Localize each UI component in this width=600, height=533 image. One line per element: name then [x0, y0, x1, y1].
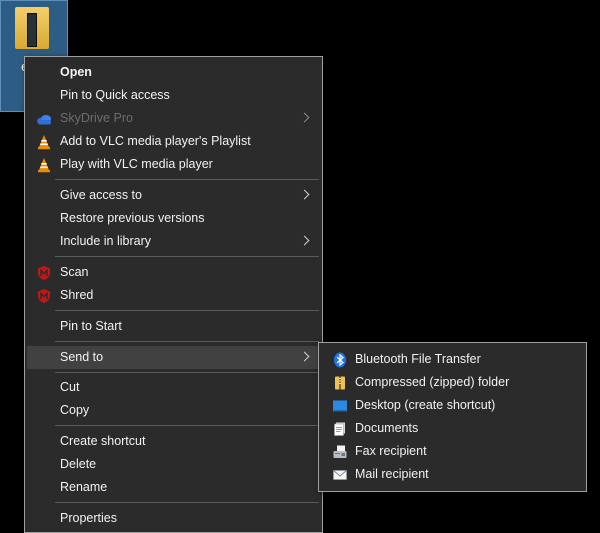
send-to-submenu: Bluetooth File Transfer Compressed (zipp… — [318, 342, 587, 492]
menu-item-label: Scan — [60, 265, 89, 279]
vlc-cone-icon — [38, 135, 50, 150]
documents-icon — [334, 422, 345, 436]
mcafee-shield-icon — [38, 289, 50, 303]
menu-item-label: Send to — [60, 350, 104, 364]
menu-item-label: Pin to Quick access — [60, 88, 170, 102]
menu-item-label: Shred — [60, 288, 94, 302]
menu-separator — [55, 425, 319, 426]
chevron-right-icon — [299, 351, 310, 362]
menu-item-delete[interactable]: Delete — [27, 453, 320, 476]
menu-separator — [55, 372, 319, 373]
menu-item-include-library[interactable]: Include in library — [27, 230, 320, 253]
submenu-item-label: Mail recipient — [355, 467, 429, 481]
menu-item-scan[interactable]: Scan — [27, 261, 320, 284]
submenu-item-label: Documents — [355, 421, 419, 435]
desktop-monitor-icon — [333, 400, 347, 412]
menu-separator — [55, 502, 319, 503]
menu-item-label: Create shortcut — [60, 434, 146, 448]
menu-item-label: Open — [60, 65, 92, 79]
chevron-right-icon — [299, 235, 310, 246]
menu-item-open[interactable]: Open — [27, 61, 320, 84]
menu-item-cut[interactable]: Cut — [27, 376, 320, 399]
menu-item-label: Properties — [60, 511, 117, 525]
menu-separator — [55, 341, 319, 342]
menu-item-label: Include in library — [60, 234, 152, 248]
send-to-documents[interactable]: Documents — [321, 417, 584, 440]
chevron-right-icon — [299, 189, 310, 200]
menu-item-create-shortcut[interactable]: Create shortcut — [27, 430, 320, 453]
submenu-item-label: Compressed (zipped) folder — [355, 375, 510, 389]
menu-item-copy[interactable]: Copy — [27, 399, 320, 422]
zip-folder-icon — [335, 376, 345, 390]
menu-separator — [55, 179, 319, 180]
menu-item-restore-previous[interactable]: Restore previous versions — [27, 207, 320, 230]
submenu-item-label: Desktop (create shortcut) — [355, 398, 496, 412]
menu-separator — [55, 256, 319, 257]
menu-item-pin-quick-access[interactable]: Pin to Quick access — [27, 84, 320, 107]
send-to-zip-folder[interactable]: Compressed (zipped) folder — [321, 371, 584, 394]
menu-item-send-to[interactable]: Send to — [27, 346, 320, 369]
document-overlay-icon — [27, 13, 37, 47]
fax-icon — [333, 445, 347, 458]
send-to-fax[interactable]: Fax recipient — [321, 440, 584, 463]
send-to-desktop[interactable]: Desktop (create shortcut) — [321, 394, 584, 417]
chevron-right-icon — [299, 112, 310, 123]
menu-separator — [55, 310, 319, 311]
menu-item-vlc-add-playlist[interactable]: Add to VLC media player's Playlist — [27, 130, 320, 153]
menu-item-label: Add to VLC media player's Playlist — [60, 134, 251, 148]
cloud-icon — [37, 115, 51, 125]
menu-item-give-access[interactable]: Give access to — [27, 184, 320, 207]
menu-item-label: Delete — [60, 457, 97, 471]
menu-item-pin-start[interactable]: Pin to Start — [27, 315, 320, 338]
menu-item-label: Give access to — [60, 188, 142, 202]
menu-item-label: Pin to Start — [60, 319, 122, 333]
mcafee-shield-icon — [38, 266, 50, 280]
vlc-cone-icon — [38, 158, 50, 173]
menu-item-label: SkyDrive Pro — [60, 111, 133, 125]
menu-item-vlc-play[interactable]: Play with VLC media player — [27, 153, 320, 176]
submenu-item-label: Bluetooth File Transfer — [355, 352, 481, 366]
context-menu: Open Pin to Quick access SkyDrive Pro Ad… — [24, 56, 323, 533]
menu-item-properties[interactable]: Properties — [27, 507, 320, 530]
menu-item-shred[interactable]: Shred — [27, 284, 320, 307]
menu-item-rename[interactable]: Rename — [27, 476, 320, 499]
mail-icon — [333, 470, 347, 480]
menu-item-skydrive-pro[interactable]: SkyDrive Pro — [27, 107, 320, 130]
menu-item-label: Rename — [60, 480, 108, 494]
submenu-item-label: Fax recipient — [355, 444, 427, 458]
bluetooth-icon — [334, 352, 346, 368]
send-to-mail[interactable]: Mail recipient — [321, 463, 584, 486]
menu-item-label: Copy — [60, 403, 90, 417]
menu-item-label: Cut — [60, 380, 80, 394]
menu-item-label: Restore previous versions — [60, 211, 205, 225]
menu-item-label: Play with VLC media player — [60, 157, 213, 171]
send-to-bluetooth[interactable]: Bluetooth File Transfer — [321, 348, 584, 371]
